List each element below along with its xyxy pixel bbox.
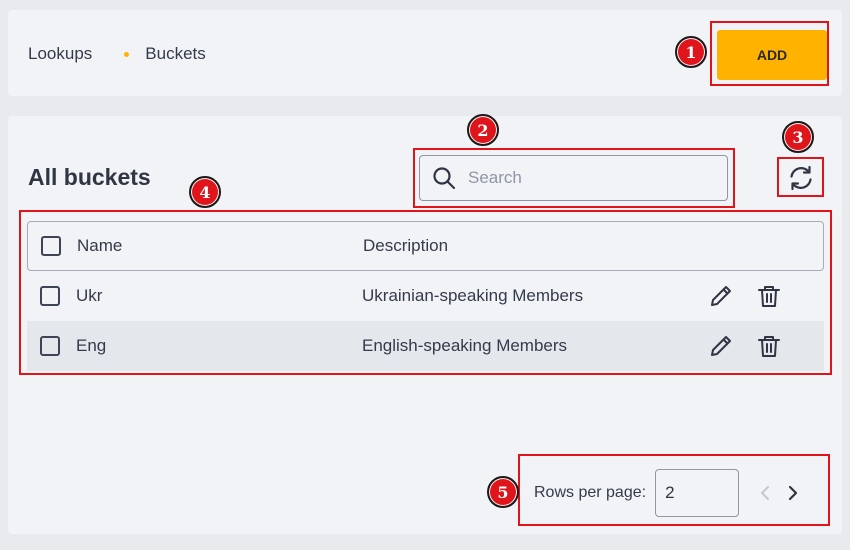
delete-icon[interactable] [756,283,782,309]
column-header-description[interactable]: Description [363,236,709,256]
breadcrumb-lookups[interactable]: Lookups [28,44,92,64]
row-actions [708,283,782,309]
search-box[interactable] [419,155,728,201]
annotation-badge-2: 2 [467,114,499,146]
row-description: Ukrainian-speaking Members [362,286,584,305]
select-all-checkbox[interactable] [41,236,61,256]
refresh-icon [790,165,812,191]
rows-per-page-label: Rows per page: [534,484,647,501]
refresh-button[interactable] [786,162,816,194]
row-actions [708,333,782,359]
rows-per-page-input[interactable] [655,469,740,517]
chevron-left-icon [761,486,770,500]
breadcrumb: Lookups Buckets [28,44,206,64]
buckets-table: Name Description Ukr Ukrainian-speaking … [27,221,824,371]
breadcrumb-buckets: Buckets [145,44,206,63]
delete-icon[interactable] [756,333,782,359]
row-checkbox[interactable] [40,286,60,306]
annotation-badge-4: 4 [189,176,221,208]
table-row[interactable]: Ukr Ukrainian-speaking Members [27,271,824,321]
search-icon [433,167,456,190]
pagination: Rows per page: [534,469,801,517]
main-panel: All buckets Name Description Ukr Ukraini… [8,116,842,534]
search-input[interactable] [468,168,708,188]
next-page-button[interactable] [785,483,801,503]
edit-icon[interactable] [708,283,734,309]
breadcrumb-separator [124,51,130,57]
prev-page-button[interactable] [757,483,773,503]
edit-icon[interactable] [708,333,734,359]
annotation-badge-3: 3 [782,121,814,153]
table-header: Name Description [27,221,824,271]
header-panel: Lookups Buckets ADD [8,10,842,96]
annotation-badge-1: 1 [675,36,707,68]
row-name: Ukr [76,286,103,305]
row-checkbox[interactable] [40,336,60,356]
annotation-badge-5: 5 [487,476,519,508]
column-header-name[interactable]: Name [77,236,363,256]
table-row[interactable]: Eng English-speaking Members [27,321,824,371]
row-name: Eng [76,336,107,355]
add-button[interactable]: ADD [717,30,827,80]
page-title: All buckets [28,164,151,190]
chevron-right-icon [788,485,798,501]
row-description: English-speaking Members [362,336,568,355]
